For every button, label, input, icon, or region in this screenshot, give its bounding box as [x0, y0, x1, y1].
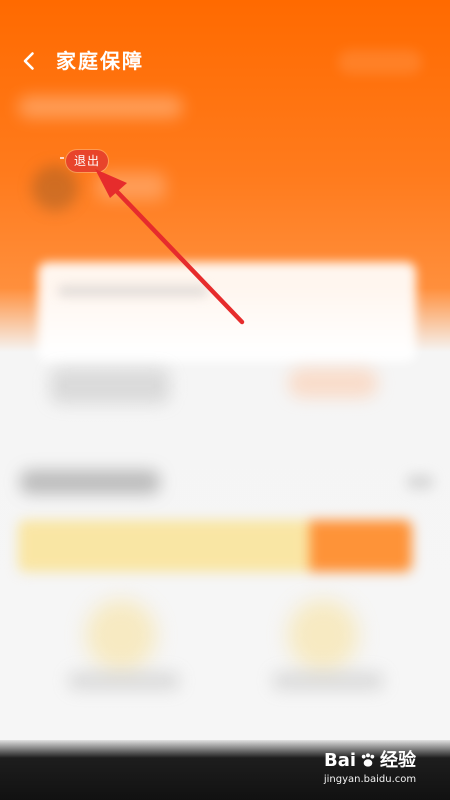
section-title-blur: [20, 470, 160, 494]
screen: 家庭保障 退出 Bai 经验 jingyan.baidu.com: [0, 0, 450, 800]
paw-icon: [361, 753, 375, 767]
watermark-url: jingyan.baidu.com: [323, 774, 417, 785]
back-button[interactable]: [12, 44, 46, 78]
watermark-brand-right: 经验: [380, 750, 417, 771]
chevron-left-icon: [23, 52, 34, 70]
header-bar: 家庭保障: [0, 0, 450, 120]
feature-icon-blur-left: [86, 600, 156, 670]
header-actions-blur: [338, 50, 422, 74]
promo-banner-blur: [18, 520, 412, 572]
header-subtitle-blur: [18, 96, 183, 118]
watermark-brand: Bai 经验: [318, 747, 422, 775]
page-title: 家庭保障: [56, 49, 144, 73]
watermark: Bai 经验 jingyan.baidu.com: [314, 746, 424, 794]
card-text-blur: [58, 285, 208, 297]
section-more-blur: [406, 474, 434, 490]
profile-avatar-blur: [32, 165, 78, 211]
logout-badge-indicator: [60, 157, 64, 159]
feature-icon-blur-right: [288, 600, 358, 670]
feature-label-blur-right: [272, 672, 384, 690]
logout-button[interactable]: 退出: [66, 150, 109, 172]
feature-label-blur-left: [68, 672, 180, 690]
main-card-blur: [38, 262, 416, 362]
insurance-logo-blur: [50, 368, 170, 404]
card-action-blur: [288, 368, 378, 398]
profile-name-blur: [96, 172, 166, 200]
watermark-brand-left: Bai: [323, 750, 357, 771]
